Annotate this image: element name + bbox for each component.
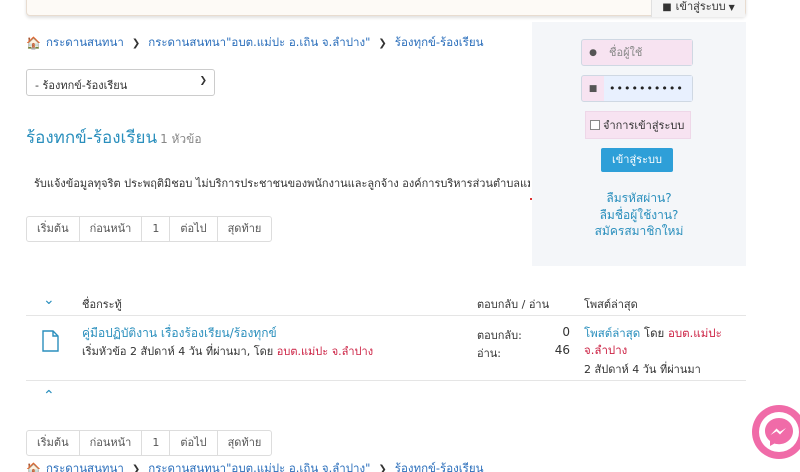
home-icon[interactable]: 🏠 bbox=[26, 36, 41, 50]
table-header: ⌄ ชื่อกระทู้ ตอบกลับ / อ่าน โพสต์ล่าสุด bbox=[26, 286, 746, 316]
collapse-chevron-icon[interactable]: ⌄ bbox=[43, 292, 55, 308]
table-row: คู่มือปฏิบัติงาน เรื่องร้องเรียน/ร้องทุก… bbox=[26, 316, 746, 381]
page-next[interactable]: ต่อไป bbox=[170, 217, 218, 241]
password-field[interactable]: ■ •••••••••• bbox=[581, 75, 693, 102]
header-stats: ตอบกลับ / อ่าน bbox=[477, 298, 550, 311]
decorative-dot bbox=[530, 198, 532, 200]
breadcrumb-bottom: 🏠 กระดานสนทนา ❯ กระดานสนทนา"อบต.แม่ปะ อ.… bbox=[26, 460, 483, 472]
messenger-icon bbox=[765, 418, 793, 446]
chevron-right-icon: ❯ bbox=[131, 37, 141, 49]
header-last-post: โพสต์ล่าสุด bbox=[584, 298, 638, 311]
password-input[interactable]: •••••••••• bbox=[604, 76, 692, 101]
login-links: ลืมรหัสผ่าน? ลืมชื่อผู้ใช้งาน? สมัครสมาช… bbox=[532, 190, 746, 240]
topic-meta: เริ่มหัวข้อ 2 สัปดาห์ 4 วัน ที่ผ่านมา, โ… bbox=[82, 342, 373, 360]
user-icon: ■ bbox=[662, 2, 672, 13]
breadcrumb-link-category[interactable]: ร้องทุกข์-ร้องเรียน bbox=[395, 460, 484, 472]
breadcrumb: 🏠 กระดานสนทนา ❯ กระดานสนทนา"อบต.แม่ปะ อ.… bbox=[26, 34, 483, 52]
breadcrumb-link-forum[interactable]: กระดานสนทนา bbox=[46, 34, 124, 52]
topic-title-link[interactable]: คู่มือปฏิบัติงาน เรื่องร้องเรียน/ร้องทุก… bbox=[82, 324, 277, 343]
chevron-right-icon: ❯ bbox=[378, 463, 387, 472]
page-last[interactable]: สุดท้าย bbox=[218, 217, 272, 241]
last-post-line: โพสต์ล่าสุด โดย อบต.แม่ปะ bbox=[584, 325, 722, 343]
chevron-right-icon: ❯ bbox=[378, 37, 387, 49]
category-select-value: - ร้องทกข์-ร้องเรียน bbox=[35, 79, 128, 92]
lock-icon: ■ bbox=[588, 83, 598, 94]
page-next[interactable]: ต่อไป bbox=[170, 431, 218, 455]
home-icon[interactable]: 🏠 bbox=[26, 462, 41, 472]
remember-checkbox[interactable] bbox=[590, 120, 600, 130]
username-field[interactable]: ● ชื่อผู้ใช้ bbox=[581, 39, 693, 66]
breadcrumb-link-category[interactable]: ร้องทุกข์-ร้องเรียน bbox=[395, 34, 484, 52]
last-post-link[interactable]: โพสต์ล่าสุด bbox=[584, 326, 640, 340]
login-toggle-label: เข้าสู่ระบบ bbox=[675, 0, 726, 13]
login-button[interactable]: เข้าสู่ระบบ bbox=[601, 148, 673, 172]
messenger-chat-button[interactable] bbox=[752, 405, 800, 459]
remember-label: จำการเข้าสู่ระบบ bbox=[603, 119, 685, 132]
forgot-password-link[interactable]: ลืมรหัสผ่าน? bbox=[532, 190, 746, 207]
page-prev[interactable]: ก่อนหน้า bbox=[80, 431, 143, 455]
topic-meta-text: เริ่มหัวข้อ 2 สัปดาห์ 4 วัน ที่ผ่านมา, โ… bbox=[82, 345, 277, 358]
reads-count: 46 bbox=[554, 343, 570, 357]
top-bar: ■ เข้าสู่ระบบ ▼ bbox=[26, 0, 746, 17]
breadcrumb-link-board[interactable]: กระดานสนทนา"อบต.แม่ปะ อ.เถิน จ.ลำปาง" bbox=[148, 460, 370, 472]
username-input[interactable]: ชื่อผู้ใช้ bbox=[604, 40, 692, 65]
last-post-time: 2 สัปดาห์ 4 วัน ที่ผ่านมา bbox=[584, 363, 701, 376]
topic-count: 1 หัวข้อ bbox=[160, 132, 202, 146]
chevron-down-icon: ❯ bbox=[199, 76, 207, 86]
page-last[interactable]: สุดท้าย bbox=[218, 431, 272, 455]
reads-label: อ่าน: bbox=[477, 347, 502, 360]
breadcrumb-link-forum[interactable]: กระดานสนทนา bbox=[46, 460, 124, 472]
user-icon: ● bbox=[589, 47, 597, 58]
category-title-text: ร้องทกข์-ร้องเรียน bbox=[26, 128, 158, 148]
caret-down-icon: ▼ bbox=[728, 3, 735, 12]
page-number[interactable]: 1 bbox=[142, 217, 171, 241]
last-post-author-cont[interactable]: จ.ลำปาง bbox=[584, 342, 627, 360]
page-prev[interactable]: ก่อนหน้า bbox=[80, 217, 143, 241]
category-select[interactable]: - ร้องทกข์-ร้องเรียน ❯ bbox=[26, 69, 215, 96]
category-description: รับแจ้งข้อมูลทุจริต ประพฤติมิชอบ ไม่บริก… bbox=[34, 177, 530, 190]
topic-author-link[interactable]: อบต.แม่ปะ จ.ลำปาง bbox=[277, 345, 373, 358]
pagination-top: เริ่มต้น ก่อนหน้า 1 ต่อไป สุดท้าย bbox=[26, 216, 273, 242]
chevron-right-icon: ❯ bbox=[131, 463, 141, 472]
page-first[interactable]: เริ่มต้น bbox=[27, 217, 80, 241]
forgot-username-link[interactable]: ลืมชื่อผู้ใช้งาน? bbox=[532, 207, 746, 224]
last-post-author-link[interactable]: อบต.แม่ปะ bbox=[668, 326, 722, 340]
page-number[interactable]: 1 bbox=[142, 431, 171, 455]
replies-label: ตอบกลับ: bbox=[477, 329, 522, 342]
pagination-bottom: เริ่มต้น ก่อนหน้า 1 ต่อไป สุดท้าย bbox=[26, 430, 273, 456]
expand-chevron-icon[interactable]: ⌃ bbox=[43, 388, 55, 404]
login-dropdown-toggle[interactable]: ■ เข้าสู่ระบบ ▼ bbox=[651, 0, 745, 17]
topics-table: ⌄ ชื่อกระทู้ ตอบกลับ / อ่าน โพสต์ล่าสุด … bbox=[26, 286, 746, 381]
breadcrumb-link-board[interactable]: กระดานสนทนา"อบต.แม่ปะ อ.เถิน จ.ลำปาง" bbox=[148, 34, 370, 52]
replies-count: 0 bbox=[562, 325, 570, 339]
login-panel: ● ชื่อผู้ใช้ ■ •••••••••• จำการเข้าสู่ระ… bbox=[532, 22, 746, 266]
category-title: ร้องทกข์-ร้องเรียน 1 หัวข้อ bbox=[26, 124, 202, 151]
last-post-by: โดย bbox=[643, 326, 665, 340]
remember-me[interactable]: จำการเข้าสู่ระบบ bbox=[585, 111, 691, 139]
page-first[interactable]: เริ่มต้น bbox=[27, 431, 80, 455]
header-topic: ชื่อกระทู้ bbox=[82, 298, 122, 311]
register-link[interactable]: สมัครสมาชิกใหม่ bbox=[532, 223, 746, 240]
file-icon bbox=[42, 330, 59, 352]
